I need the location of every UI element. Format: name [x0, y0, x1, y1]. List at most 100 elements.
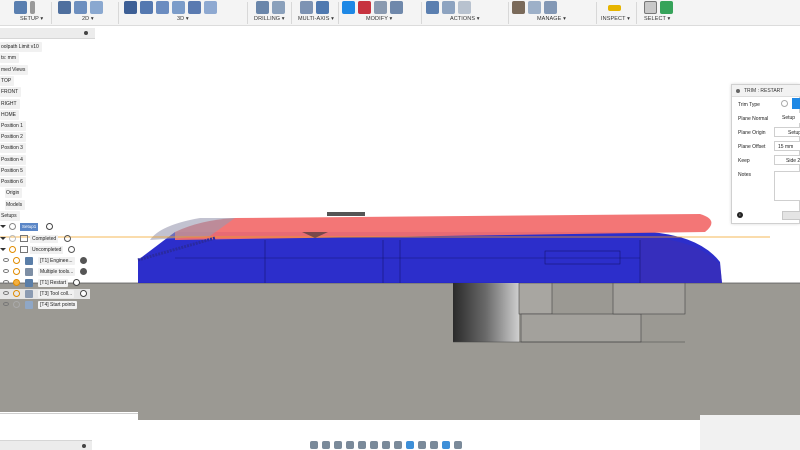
trim-type-option-2[interactable]	[792, 98, 800, 109]
display-mode-icon[interactable]	[370, 440, 378, 449]
status-warning-icon	[13, 290, 20, 297]
tree-item-units[interactable]: ts: mm	[0, 53, 19, 63]
env-icon[interactable]	[418, 440, 426, 449]
cavity-floor	[520, 313, 642, 343]
operation-row[interactable]: Multiple tools...	[0, 267, 90, 277]
cavity-step	[518, 282, 553, 315]
section-icon[interactable]	[406, 440, 414, 449]
setup-label: Setup1	[20, 223, 39, 231]
tree-item-front[interactable]: FRONT	[0, 87, 22, 97]
notes-label: Notes	[738, 172, 752, 178]
comments-panel-header[interactable]	[0, 440, 92, 450]
tree-item-position-4[interactable]: Position 4	[0, 155, 26, 165]
group-options-icon[interactable]	[64, 235, 71, 242]
tree-item-position-2[interactable]: Position 2	[0, 132, 26, 142]
operation-label: [T4] Start points	[38, 301, 78, 309]
setup-options-icon[interactable]	[46, 223, 53, 230]
part-tab	[327, 212, 365, 216]
orbit-icon[interactable]	[310, 440, 318, 449]
pan-icon[interactable]	[322, 440, 330, 449]
grid-icon[interactable]	[382, 440, 390, 449]
camera-icon[interactable]	[454, 440, 462, 449]
viewports-icon[interactable]	[394, 440, 402, 449]
cavity-pad	[612, 282, 686, 315]
trim-type-option-1[interactable]	[781, 100, 788, 107]
group-options-icon[interactable]	[68, 246, 75, 253]
pin-icon[interactable]	[82, 444, 86, 448]
operation-label: [T1] Enginee...	[38, 257, 75, 265]
operation-label: [T3] Tool coll...	[38, 290, 75, 298]
tree-item-home[interactable]: HOME	[0, 110, 19, 120]
edit-icon[interactable]	[73, 279, 80, 286]
ok-button[interactable]	[782, 211, 800, 220]
operation-row[interactable]: [T4] Start points	[0, 300, 90, 310]
plane-normal-value[interactable]: Setup	[774, 113, 800, 123]
plane-offset-input[interactable]: 15 mm	[774, 141, 800, 151]
visibility-icon[interactable]	[3, 280, 9, 284]
edit-icon[interactable]	[80, 257, 87, 264]
navigation-bar	[308, 439, 492, 450]
zoom-icon[interactable]	[346, 440, 354, 449]
status-icon	[9, 246, 16, 253]
lower-right-panel	[700, 415, 800, 450]
group-label: Completed	[30, 235, 59, 243]
plane-origin-value[interactable]: Setup	[774, 127, 800, 137]
operation-row[interactable]: [T1] Enginee...	[0, 256, 90, 266]
group-label: Uncompleted	[30, 246, 64, 254]
chevron-down-icon[interactable]	[0, 248, 6, 251]
operation-row[interactable]: [T1] Restart	[0, 278, 90, 288]
status-icon	[13, 301, 20, 308]
notes-textarea[interactable]	[774, 171, 800, 201]
tree-item-right[interactable]: RIGHT	[0, 99, 20, 109]
status-warning-icon	[13, 279, 20, 286]
tree-item-setups[interactable]: Setups	[0, 211, 20, 221]
visibility-icon[interactable]	[3, 269, 9, 273]
operation-icon	[25, 279, 33, 287]
tree-item-top[interactable]: TOP	[0, 76, 15, 86]
dialog-title: TRIM : RESTART	[744, 88, 784, 94]
fit-icon[interactable]	[358, 440, 366, 449]
graphics-viewport[interactable]	[0, 0, 800, 450]
tree-item-position-1[interactable]: Position 1	[0, 121, 26, 131]
keep-select[interactable]: Side 2	[774, 155, 800, 165]
keep-label: Keep	[738, 158, 750, 164]
tree-item-position-6[interactable]: Position 6	[0, 177, 26, 187]
tree-item-document[interactable]: oolpath Limit v10	[0, 42, 42, 52]
status-warning-icon	[13, 257, 20, 264]
group-completed[interactable]: Completed	[0, 234, 75, 244]
status-icon	[9, 235, 16, 242]
plane-normal-label: Plane Normal	[738, 116, 769, 122]
plane-origin-label: Plane Origin	[738, 130, 766, 136]
tree-item-setup[interactable]: Setup1	[0, 222, 60, 232]
effects-icon[interactable]	[430, 440, 438, 449]
visibility-icon[interactable]	[3, 291, 9, 295]
select-icon[interactable]	[442, 440, 450, 449]
operation-icon	[25, 257, 33, 265]
edit-icon[interactable]	[80, 290, 87, 297]
group-uncompleted[interactable]: Uncompleted	[0, 245, 75, 255]
visibility-icon[interactable]	[3, 258, 9, 262]
dialog-icon	[736, 89, 740, 93]
chevron-down-icon[interactable]	[0, 225, 6, 228]
edit-icon[interactable]	[80, 268, 87, 275]
operation-icon	[25, 290, 33, 298]
plane-offset-label: Plane Offset	[738, 144, 766, 150]
info-icon[interactable]: i	[737, 212, 743, 218]
panel-edge	[0, 413, 138, 414]
tree-item-named-views[interactable]: med Views	[0, 65, 29, 75]
trim-type-label: Trim Type	[738, 102, 760, 108]
tree-item-origin[interactable]: Origin	[5, 188, 23, 198]
dialog-header[interactable]: TRIM : RESTART	[732, 85, 800, 97]
operation-row-selected[interactable]: [T3] Tool coll...	[0, 289, 90, 299]
status-warning-icon	[13, 268, 20, 275]
tree-item-position-5[interactable]: Position 5	[0, 166, 26, 176]
tree-item-position-3[interactable]: Position 3	[0, 143, 26, 153]
pin-icon[interactable]	[84, 31, 88, 35]
look-at-icon[interactable]	[334, 440, 342, 449]
chevron-down-icon[interactable]	[0, 237, 6, 240]
trim-dialog: TRIM : RESTART Trim Type Plane Normal Se…	[731, 84, 800, 224]
folder-icon	[20, 246, 28, 253]
tree-item-models[interactable]: Models	[5, 200, 26, 210]
visibility-icon[interactable]	[3, 302, 9, 306]
browser-header[interactable]	[0, 28, 95, 39]
